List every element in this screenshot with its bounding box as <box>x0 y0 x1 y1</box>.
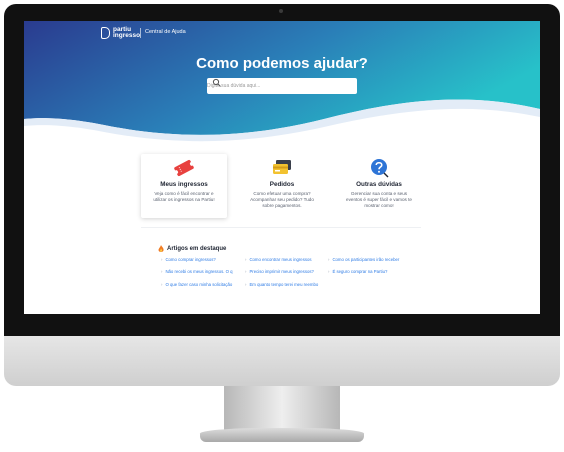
article-link[interactable]: É seguro comprar na Partiu? <box>328 269 387 274</box>
credit-card-icon <box>273 160 291 174</box>
category-description: Como efetuar uma compra? Acompanhar seu … <box>250 191 314 208</box>
header-divider <box>140 28 141 38</box>
category-title: Meus ingressos <box>160 181 208 188</box>
article-link[interactable]: Em quanto tempo terei meu reembo <box>245 282 318 287</box>
article-link[interactable]: Preciso imprimir meus ingressos? <box>245 269 313 274</box>
fire-icon <box>158 245 164 252</box>
brand-logo[interactable]: partiu ingresso <box>101 26 141 39</box>
search-box[interactable] <box>207 78 357 94</box>
monitor-stand-base <box>200 428 364 442</box>
article-link[interactable]: Como os participantes irão receber <box>328 257 399 262</box>
featured-articles-title: Artigos em destaque <box>167 246 227 252</box>
category-description: Veja como é fácil encontrar e utilizar o… <box>153 191 215 202</box>
screen: partiu ingresso Central de Ajuda Como po… <box>24 21 540 314</box>
camera-icon <box>279 9 283 13</box>
search-icon <box>212 78 221 87</box>
category-card-outras-duvidas[interactable]: Outras dúvidas Gerenciar sua conta e seu… <box>336 154 422 218</box>
category-description: Gerenciar sua conta e seus eventos é sup… <box>346 191 412 208</box>
category-title: Outras dúvidas <box>356 181 402 188</box>
category-card-pedidos[interactable]: Pedidos Como efetuar uma compra? Acompan… <box>239 154 325 218</box>
monitor-chin <box>4 336 560 386</box>
question-icon <box>371 159 389 178</box>
help-center-link[interactable]: Central de Ajuda <box>145 29 186 35</box>
article-link[interactable]: Como comprar ingressos? <box>161 257 215 262</box>
hero-banner: partiu ingresso Central de Ajuda Como po… <box>24 21 540 146</box>
search-input[interactable] <box>207 83 327 89</box>
featured-articles-heading: Artigos em destaque <box>158 245 226 253</box>
monitor-stand-neck <box>224 386 340 432</box>
article-link[interactable]: Como encontrar meus ingressos <box>245 257 311 262</box>
hero-title: Como podemos ajudar? <box>196 55 368 72</box>
section-divider <box>141 227 421 228</box>
category-title: Pedidos <box>269 181 295 188</box>
category-card-meus-ingressos[interactable]: Meus ingressos Veja como é fácil encontr… <box>141 154 227 218</box>
logo-icon <box>101 27 110 39</box>
article-link[interactable]: O que fazer caso minha solicitação <box>161 282 232 287</box>
article-link[interactable]: Não recebi os meus ingressos. O q <box>161 269 232 274</box>
ticket-icon <box>174 159 194 177</box>
logo-text-line2: ingresso <box>113 32 141 39</box>
